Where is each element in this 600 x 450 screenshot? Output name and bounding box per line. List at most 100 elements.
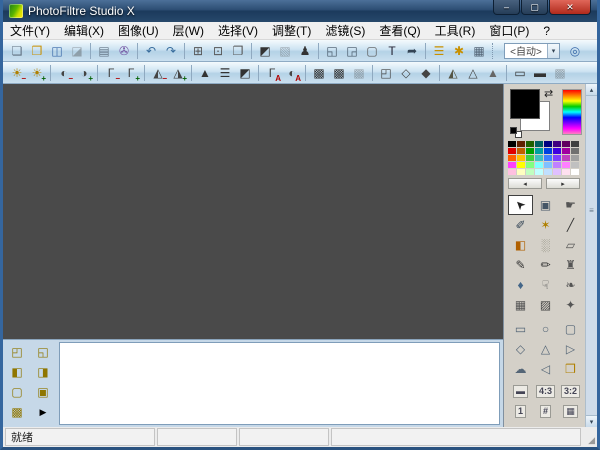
ratio-4-3-button[interactable]: 4:3 [533,381,558,401]
palette-swatch[interactable] [526,169,534,175]
swap-colors-icon[interactable]: ⇄ [544,87,553,100]
layers-panel-new-button[interactable]: ◰ [7,343,27,361]
contrast-plus-button[interactable]: ◑ + [75,64,93,83]
advanced-brush-tool[interactable]: ✏ [533,255,558,275]
zoom-dropdown-button[interactable]: ▾ [547,43,559,58]
palette-swatch[interactable] [535,155,543,161]
palette-swatch[interactable] [526,162,534,168]
saturation-minus-button[interactable]: ◭ − [149,64,167,83]
foreground-color-swatch[interactable] [510,89,540,119]
default-colors-icon[interactable] [510,127,522,138]
palette-swatch[interactable] [562,148,570,154]
levels-button[interactable]: ☰ [216,64,234,82]
layer-manager-tool[interactable]: ▣ [533,195,558,215]
palette-swatch[interactable] [535,141,543,147]
layers-panel-image-button[interactable]: ▣ [33,383,53,401]
menu-item-adjust[interactable]: 调整(T) [265,22,318,40]
histogram-adjust-button[interactable]: ▲ [196,64,214,82]
color-picker-tool[interactable]: ✐ [508,215,533,235]
palette-swatch[interactable] [553,155,561,161]
layers-panel-color-button[interactable]: ◧ [7,363,27,381]
shape-triangle[interactable]: △ [533,339,558,359]
magic-wand-tool[interactable]: ✶ [533,215,558,235]
fullscreen-button[interactable]: ▬ [531,64,549,82]
palette-swatch[interactable] [562,155,570,161]
menu-item-selection[interactable]: 选择(V) [211,22,265,40]
gamma-minus-button[interactable]: Γ − [102,64,120,83]
layers-panel-duplicate-button[interactable]: ◱ [33,343,53,361]
ratio-1-1-button[interactable]: 1 [508,401,533,421]
load-shape-button[interactable]: ❒ [558,359,583,379]
save-button[interactable]: ◫ [48,42,66,60]
shape-diamond[interactable]: ◇ [508,339,533,359]
saturation-plus-button[interactable]: ◮ + [169,64,187,83]
palette-swatch[interactable] [508,162,516,168]
scroll-down-button[interactable]: ▾ [586,415,597,427]
zoom-level-select[interactable]: <自动> ▾ [504,42,560,59]
menu-item-view[interactable]: 查看(Q) [372,22,427,40]
palette-swatch[interactable] [571,162,579,168]
undo-button[interactable]: ↶ [142,42,160,60]
palette-swatch[interactable] [517,155,525,161]
maximize-button[interactable]: ▢ [521,0,548,15]
shape-ellipse[interactable]: ○ [533,319,558,339]
ratio-manual-button[interactable]: ▬ [508,381,533,401]
palette-swatch[interactable] [535,169,543,175]
image-explorer-button[interactable]: ☰ [430,42,448,60]
shape-rounded-rect[interactable]: ▢ [558,319,583,339]
palette-swatch[interactable] [571,169,579,175]
menu-item-image[interactable]: 图像(U) [111,22,166,40]
vector-path-button[interactable]: ➦ [403,42,421,60]
menu-item-file[interactable]: 文件(Y) [3,22,57,40]
smudge-tool[interactable]: ☟ [533,275,558,295]
palette-swatch[interactable] [526,148,534,154]
menu-item-window[interactable]: 窗口(P) [482,22,536,40]
palette-swatch[interactable] [544,155,552,161]
photomask-tool[interactable]: ▨ [533,295,558,315]
auto-contrast-button[interactable]: ◐ A [283,64,301,83]
screen-size-button[interactable]: ▭ [511,64,529,82]
shape-freehand-lasso[interactable]: ☁ [508,359,533,379]
brightness-minus-button[interactable]: ☀ − [8,64,26,83]
palette-swatch[interactable] [571,141,579,147]
palette-swatch[interactable] [571,155,579,161]
show-selection-button[interactable]: ▢ [363,42,381,60]
auto-levels-button[interactable]: ΓA [263,64,281,83]
open-file-button[interactable]: ❒ [28,42,46,60]
canvas-size-button[interactable]: ⊡ [209,42,227,60]
reduce-size-button[interactable]: ▩ [310,64,328,82]
gamma-plus-button[interactable]: Γ + [122,64,140,83]
histogram-button[interactable]: ◩ [256,42,274,60]
scroll-grip[interactable]: ≡ [589,206,594,215]
rainbow-gradient-picker[interactable] [562,89,582,135]
layers-panel-options-button[interactable]: ▩ [7,403,27,421]
palette-swatch[interactable] [562,141,570,147]
blur-more-button[interactable]: ▲ [484,64,502,82]
palette-swatch[interactable] [562,162,570,168]
scroll-up-button[interactable]: ▴ [586,84,597,96]
shape-polygon-lasso[interactable]: ◁ [533,359,558,379]
sharpen-more-button[interactable]: △ [464,64,482,82]
sharpen-drop-button[interactable]: ◆ [417,64,435,82]
palette-swatch[interactable] [535,148,543,154]
panel-scrollbar[interactable]: ▴ ≡ ▾ [585,84,597,427]
layers-panel-save-button[interactable]: ◨ [33,363,53,381]
palette-swatch[interactable] [553,141,561,147]
clone-stamp-tool[interactable]: ♜ [558,255,583,275]
palette-swatch[interactable] [508,169,516,175]
plugins-button[interactable]: ✱ [450,42,468,60]
nozzle-tool[interactable]: ▦ [508,295,533,315]
palette-swatch[interactable] [544,169,552,175]
eraser-tool[interactable]: ▱ [558,235,583,255]
palette-swatch[interactable] [508,155,516,161]
new-file-button[interactable]: ❏ [8,42,26,60]
blur-tool[interactable]: ♦ [508,275,533,295]
palette-swatch[interactable] [517,148,525,154]
brightness-plus-button[interactable]: ☀ + [28,64,46,83]
palette-prev-button[interactable]: ◂ [508,178,542,189]
artistic-brush-tool[interactable]: ❧ [558,275,583,295]
hand-tool[interactable]: ☛ [558,195,583,215]
palette-swatch[interactable] [517,162,525,168]
shape-rectangle[interactable]: ▭ [508,319,533,339]
transform-button[interactable]: ◰ [377,64,395,82]
